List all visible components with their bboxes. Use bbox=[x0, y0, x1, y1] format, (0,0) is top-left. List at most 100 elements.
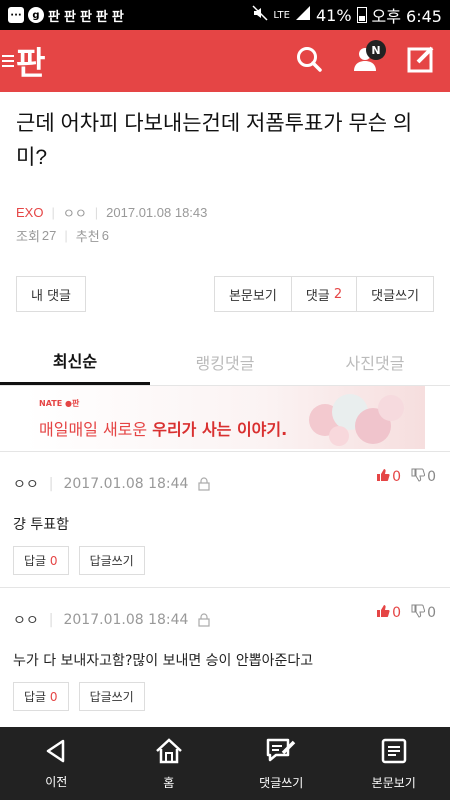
reply-count: 0 bbox=[49, 689, 58, 704]
notification-badge: N bbox=[366, 40, 386, 60]
banner-text: 매일매일 새로운 우리가 사는 이야기. bbox=[39, 420, 288, 439]
comment-author: ㅇㅇ bbox=[13, 477, 39, 493]
app-header: 판 N bbox=[0, 30, 450, 92]
pan-icon: 판 bbox=[79, 9, 92, 25]
write-reply-button[interactable]: 답글쓰기 bbox=[78, 546, 145, 575]
status-bar: ··· g 판 판 판 판 판 LTE 41% 오후 6:45 bbox=[0, 0, 450, 30]
battery-percent: 41% bbox=[315, 5, 352, 25]
divider: | bbox=[48, 612, 54, 628]
pan-icon: 판 bbox=[111, 9, 124, 25]
divider: | bbox=[94, 205, 99, 220]
upvote-button[interactable]: 0 bbox=[376, 604, 401, 622]
comment-sort-tabs: 최신순 랭킹댓글 사진댓글 bbox=[0, 338, 450, 386]
lock-icon bbox=[198, 477, 211, 491]
tab-ranking[interactable]: 랭킹댓글 bbox=[150, 338, 300, 385]
upvote-button[interactable]: 0 bbox=[376, 468, 401, 486]
nav-write-comment-label: 댓글쓰기 bbox=[259, 775, 304, 790]
view-post-button[interactable]: 본문보기 bbox=[213, 276, 292, 312]
nav-write-comment[interactable]: 댓글쓰기 bbox=[225, 727, 338, 800]
post-actions: 내 댓글 본문보기 댓글 2 댓글쓰기 bbox=[0, 276, 450, 312]
bottom-navigation: 이전 홈 댓글쓰기 본문보기 bbox=[0, 727, 450, 800]
ad-banner[interactable]: NATE ●판 매일매일 새로운 우리가 사는 이야기. bbox=[25, 386, 425, 449]
reply-button[interactable]: 답글 0 bbox=[13, 546, 69, 575]
document-icon bbox=[380, 737, 408, 768]
mute-icon bbox=[252, 5, 268, 25]
chat-icon: ··· bbox=[8, 7, 24, 23]
search-icon bbox=[295, 45, 323, 77]
my-comments-button[interactable]: 내 댓글 bbox=[16, 276, 87, 312]
comments-button[interactable]: 댓글 2 bbox=[291, 276, 358, 312]
comment-edit-icon bbox=[265, 737, 297, 768]
thumbs-down-icon bbox=[411, 468, 426, 486]
nav-view-post[interactable]: 본문보기 bbox=[338, 727, 450, 800]
comment-item: ㅇㅇ | 2017.01.08 18:44 0 0 누가 다 보내자고함?많이 … bbox=[0, 588, 450, 728]
post-title: 근데 어차피 다보내는건데 저폼투표가 무슨 의미? bbox=[16, 112, 413, 169]
comment-text: 걍 투표함 bbox=[13, 517, 69, 533]
nav-view-post-label: 본문보기 bbox=[371, 775, 416, 790]
post-meta: EXO | ㅇㅇ | 2017.01.08 18:43 조회 27 | 추천 6 bbox=[0, 203, 450, 245]
post-category[interactable]: EXO bbox=[16, 205, 43, 220]
nav-home[interactable]: 홈 bbox=[113, 727, 226, 800]
back-icon bbox=[44, 738, 68, 767]
views-count: 27 bbox=[41, 228, 57, 243]
signal-icon bbox=[295, 5, 311, 25]
menu-icon[interactable] bbox=[2, 55, 14, 67]
downvote-button[interactable]: 0 bbox=[411, 604, 436, 622]
downvote-count: 0 bbox=[427, 605, 436, 621]
write-reply-button[interactable]: 답글쓰기 bbox=[78, 682, 145, 711]
comment-item: ㅇㅇ | 2017.01.08 18:44 0 0 걍 투표함 답글 0 답글쓰… bbox=[0, 452, 450, 588]
banner-brand: NATE ●판 bbox=[39, 399, 80, 408]
likes-label: 추천 bbox=[75, 229, 100, 244]
comment-votes: 0 0 bbox=[376, 468, 436, 486]
post-action-group: 본문보기 댓글 2 댓글쓰기 bbox=[213, 276, 434, 312]
post-date: 2017.01.08 18:43 bbox=[106, 205, 208, 220]
views-label: 조회 bbox=[16, 229, 40, 244]
pan-icon: 판 bbox=[95, 9, 108, 25]
nav-back-label: 이전 bbox=[45, 774, 68, 789]
divider: | bbox=[51, 205, 55, 220]
comment-date: 2017.01.08 18:44 bbox=[63, 476, 189, 492]
comments-label: 댓글 bbox=[305, 288, 330, 304]
thumbs-up-icon bbox=[376, 604, 390, 622]
battery-icon bbox=[356, 7, 367, 23]
pan-icon: 판 bbox=[63, 9, 76, 25]
comment-date: 2017.01.08 18:44 bbox=[63, 612, 189, 628]
downvote-button[interactable]: 0 bbox=[411, 468, 436, 486]
reply-label: 답글 bbox=[24, 554, 47, 568]
lock-icon bbox=[198, 613, 211, 627]
clock: 오후 6:45 bbox=[371, 7, 442, 26]
status-system: LTE 41% 오후 6:45 bbox=[252, 3, 442, 27]
network-type: LTE bbox=[273, 9, 290, 21]
search-button[interactable] bbox=[292, 44, 326, 78]
upvote-count: 0 bbox=[392, 605, 402, 621]
comment-text: 누가 다 보내자고함?많이 보내면 승이 안뽑아준다고 bbox=[13, 653, 314, 669]
comment-votes: 0 0 bbox=[376, 604, 436, 622]
upvote-count: 0 bbox=[392, 469, 402, 485]
balloons-image bbox=[309, 394, 404, 446]
status-notifications: ··· g 판 판 판 판 판 bbox=[8, 6, 124, 25]
write-post-button[interactable] bbox=[404, 44, 438, 78]
post-author: ㅇㅇ bbox=[62, 206, 87, 221]
likes-count: 6 bbox=[101, 228, 109, 243]
comment-author: ㅇㅇ bbox=[13, 613, 39, 629]
divider: | bbox=[64, 228, 68, 243]
downvote-count: 0 bbox=[427, 469, 436, 485]
pan-icon: 판 bbox=[48, 9, 60, 25]
reply-button[interactable]: 답글 0 bbox=[13, 682, 69, 711]
g-icon: g bbox=[28, 7, 44, 23]
nav-back[interactable]: 이전 bbox=[0, 727, 113, 800]
divider: | bbox=[48, 476, 54, 492]
reply-label: 답글 bbox=[24, 690, 47, 704]
nav-home-label: 홈 bbox=[163, 775, 175, 790]
comments-count: 2 bbox=[333, 286, 343, 302]
pan-logo[interactable]: 판 bbox=[16, 38, 45, 84]
tab-photo[interactable]: 사진댓글 bbox=[300, 338, 450, 385]
tab-latest[interactable]: 최신순 bbox=[0, 338, 150, 385]
thumbs-down-icon bbox=[411, 604, 426, 622]
edit-icon bbox=[406, 44, 436, 78]
thumbs-up-icon bbox=[376, 468, 390, 486]
profile-button[interactable]: N bbox=[348, 40, 386, 78]
write-comment-button[interactable]: 댓글쓰기 bbox=[357, 276, 434, 312]
reply-count: 0 bbox=[49, 553, 58, 568]
home-icon bbox=[154, 737, 184, 768]
